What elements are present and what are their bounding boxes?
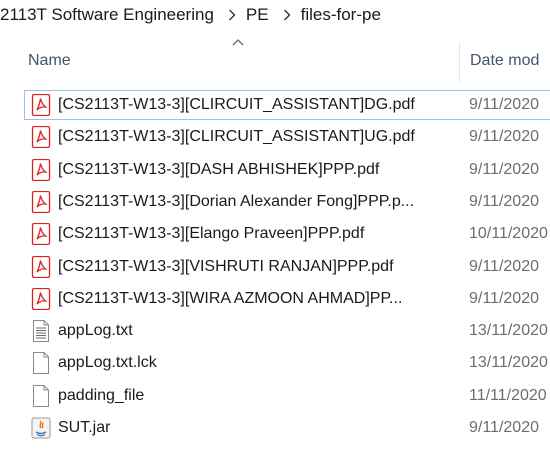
blank-file-icon	[30, 384, 52, 408]
chevron-right-icon[interactable]	[218, 9, 242, 21]
file-row[interactable]: [CS2113T-W13-3][VISHRUTI RANJAN]PPP.pdf 9…	[24, 252, 550, 282]
pdf-file-icon	[30, 93, 52, 117]
file-date-modified: 9/11/2020	[469, 161, 539, 178]
file-date-modified: 10/11/2020	[469, 225, 548, 242]
pdf-file-icon	[30, 190, 52, 214]
file-name: [CS2113T-W13-3][Elango Praveen]PPP.pdf	[58, 225, 365, 242]
breadcrumb-item-course[interactable]: 2113T Software Engineering	[0, 5, 218, 25]
file-date-modified: 9/11/2020	[469, 128, 539, 145]
file-row[interactable]: [CS2113T-W13-3][DASH ABHISHEK]PPP.pdf 9/1…	[24, 155, 550, 185]
file-name: [CS2113T-W13-3][Dorian Alexander Fong]PP…	[58, 193, 415, 210]
pdf-file-icon	[30, 255, 52, 279]
column-header: Name Date mod	[0, 42, 550, 82]
file-name: [CS2113T-W13-3][CLIRCUIT_ASSISTANT]DG.pd…	[58, 96, 415, 113]
file-name: [CS2113T-W13-3][VISHRUTI RANJAN]PPP.pdf	[58, 258, 394, 275]
file-row[interactable]: [CS2113T-W13-3][WIRA AZMOON AHMAD]PP... 9…	[24, 284, 550, 314]
breadcrumb-item-files-for-pe[interactable]: files-for-pe	[297, 5, 385, 25]
chevron-right-icon[interactable]	[273, 9, 297, 21]
file-row[interactable]: appLog.txt 13/11/2020	[24, 316, 550, 346]
pdf-file-icon	[30, 222, 52, 246]
file-date-modified: 11/11/2020	[469, 387, 547, 404]
pdf-file-icon	[30, 287, 52, 311]
text-file-icon	[30, 319, 52, 343]
column-divider[interactable]	[459, 42, 460, 82]
file-row[interactable]: [CS2113T-W13-3][Elango Praveen]PPP.pdf 10…	[24, 219, 550, 249]
file-name: [CS2113T-W13-3][WIRA AZMOON AHMAD]PP...	[58, 290, 403, 307]
file-date-modified: 13/11/2020	[469, 322, 548, 339]
file-name: [CS2113T-W13-3][CLIRCUIT_ASSISTANT]UG.pd…	[58, 128, 415, 145]
file-name: appLog.txt.lck	[58, 354, 157, 371]
column-header-date-modified[interactable]: Date mod	[470, 52, 539, 70]
file-date-modified: 9/11/2020	[469, 290, 539, 307]
breadcrumb-item-pe[interactable]: PE	[242, 5, 273, 25]
file-date-modified: 9/11/2020	[469, 193, 539, 210]
pdf-file-icon	[30, 158, 52, 182]
file-date-modified: 9/11/2020	[469, 96, 539, 113]
file-name: appLog.txt	[58, 322, 133, 339]
file-row[interactable]: appLog.txt.lck 13/11/2020	[24, 348, 550, 378]
file-row[interactable]: [CS2113T-W13-3][Dorian Alexander Fong]PP…	[24, 187, 550, 217]
file-name: [CS2113T-W13-3][DASH ABHISHEK]PPP.pdf	[58, 161, 380, 178]
breadcrumb: 2113T Software Engineering PE files-for-…	[0, 0, 550, 30]
file-date-modified: 9/11/2020	[469, 258, 539, 275]
file-row[interactable]: [CS2113T-W13-3][CLIRCUIT_ASSISTANT]DG.pd…	[24, 90, 550, 120]
column-header-name[interactable]: Name	[28, 52, 71, 70]
java-jar-icon	[30, 416, 52, 440]
pdf-file-icon	[30, 125, 52, 149]
file-date-modified: 9/11/2020	[469, 419, 539, 436]
file-row[interactable]: SUT.jar 9/11/2020	[24, 413, 550, 443]
file-name: padding_file	[58, 387, 145, 404]
file-row[interactable]: [CS2113T-W13-3][CLIRCUIT_ASSISTANT]UG.pd…	[24, 122, 550, 152]
file-name: SUT.jar	[58, 419, 111, 436]
file-row[interactable]: padding_file 11/11/2020	[24, 381, 550, 411]
file-date-modified: 13/11/2020	[469, 354, 548, 371]
blank-file-icon	[30, 351, 52, 375]
